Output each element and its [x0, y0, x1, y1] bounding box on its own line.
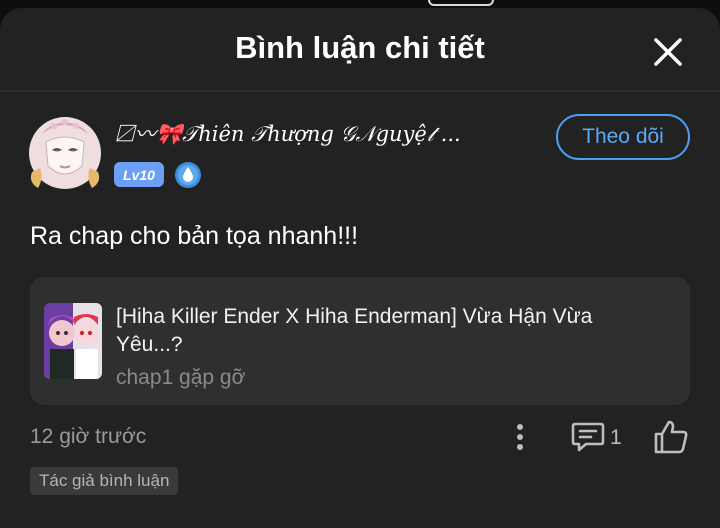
comment-text: Ra chap cho bản tọa nhanh!!!: [30, 222, 359, 250]
comment-detail-sheet: Bình luận chi tiết 〼〰🎀𝒯hiên 𝒯hượng 𝒢𝒩guy…: [0, 8, 720, 528]
manga-chapter: chap1 gặp gỡ: [116, 366, 246, 389]
reply-count: 1: [610, 426, 622, 449]
thumbs-up-icon[interactable]: [652, 418, 690, 456]
sheet-header: Bình luận chi tiết: [0, 8, 720, 90]
comment-icon[interactable]: [570, 420, 606, 454]
level-badge: Lv10: [114, 162, 164, 187]
close-icon[interactable]: [648, 32, 688, 72]
manga-card[interactable]: [Hiha Killer Ender X Hiha Enderman] Vừa …: [30, 277, 690, 405]
header-divider: [0, 90, 720, 92]
author-tag-badge: Tác giả bình luận: [30, 467, 179, 495]
status-indicator: [428, 0, 494, 6]
username[interactable]: 〼〰🎀𝒯hiên 𝒯hượng 𝒢𝒩guyệ𝓉 ...: [114, 118, 534, 148]
avatar[interactable]: [24, 112, 106, 194]
comment-timestamp: 12 giờ trước: [30, 425, 147, 448]
rank-drop-icon: [174, 161, 202, 189]
manga-title: [Hiha Killer Ender X Hiha Enderman] Vừa …: [116, 305, 593, 356]
follow-button[interactable]: Theo dõi: [556, 114, 690, 160]
more-vertical-icon[interactable]: [508, 421, 532, 453]
manga-cover-image: [44, 303, 102, 379]
sheet-title: Bình luận chi tiết: [235, 30, 485, 65]
